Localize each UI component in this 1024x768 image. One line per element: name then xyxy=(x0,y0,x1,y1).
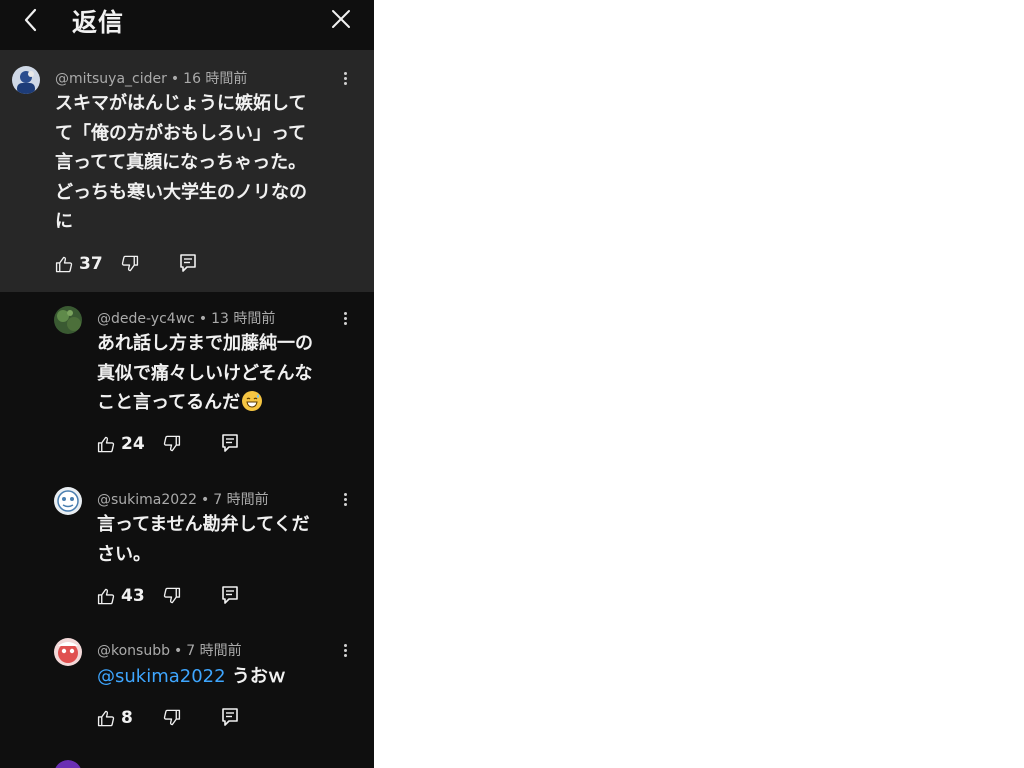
thumbs-down-icon xyxy=(163,587,181,604)
thumbs-up-icon xyxy=(55,256,73,272)
reply-button[interactable] xyxy=(221,584,241,608)
comment-text-fragment: うおｗ xyxy=(225,666,286,687)
like-button[interactable]: 37 xyxy=(55,252,103,276)
replies-panel: 返信 @mitsuya_cider • 16 時間前 スキマがはんじょうに嫉妬して xyxy=(0,0,374,768)
comment-time: 13 時間前 xyxy=(211,311,276,327)
comment-author[interactable]: @dede-yc4wc xyxy=(97,311,195,327)
comment-text-line: こと言ってるんだ xyxy=(97,388,313,418)
comment-actions: 24 xyxy=(97,432,257,456)
avatar[interactable] xyxy=(12,66,40,94)
comment-author[interactable]: @konsubb xyxy=(97,643,170,659)
reply-button[interactable] xyxy=(221,432,241,456)
comment-text: @sukima2022 うおｗ xyxy=(97,662,286,692)
more-button[interactable] xyxy=(340,310,350,330)
thumbs-up-icon xyxy=(97,588,115,604)
reply-button[interactable] xyxy=(179,252,199,276)
comment-time: 7 時間前 xyxy=(186,643,242,659)
comment-text-line: @sukima2022 うおｗ xyxy=(97,662,286,692)
comment-text-line: スキマがはんじょうに嫉妬して xyxy=(55,93,307,114)
grinning-sweat-emoji xyxy=(242,391,263,411)
like-button[interactable]: 8 xyxy=(97,706,133,730)
user-mention-link[interactable]: @sukima2022 xyxy=(97,666,226,687)
comment-text-line: 言ってて真顔になっちゃった。 xyxy=(55,152,307,173)
comment-text-line: あれ話し方まで加藤純一の xyxy=(97,333,313,354)
dislike-button[interactable] xyxy=(162,432,184,456)
comment-text-line: どっちも寒い大学生のノリなの xyxy=(55,181,307,203)
like-button[interactable]: 24 xyxy=(97,432,145,456)
reply-icon xyxy=(180,254,196,272)
comment-meta: @dede-yc4wc • 13 時間前 xyxy=(97,311,276,327)
avatar[interactable] xyxy=(54,638,82,666)
reply-button[interactable] xyxy=(221,706,241,730)
back-button[interactable] xyxy=(18,6,44,34)
avatar-image xyxy=(54,306,82,334)
more-button[interactable] xyxy=(340,491,350,511)
comment-time: 16 時間前 xyxy=(183,71,248,87)
comment-text-line: 真似で痛々しいけどそんな xyxy=(97,362,313,384)
comment-text-line: 言ってません勘弁してくだ xyxy=(97,514,310,535)
comment-actions: 43 xyxy=(97,584,257,608)
comment-author[interactable]: @mitsuya_cider xyxy=(55,71,167,87)
avatar[interactable] xyxy=(54,487,82,515)
more-vert-icon xyxy=(340,312,350,325)
comment-meta: @konsubb • 7 時間前 xyxy=(97,643,242,659)
like-count: 43 xyxy=(121,586,145,606)
like-count: 24 xyxy=(121,434,145,454)
avatar[interactable] xyxy=(54,306,82,334)
comment-text: 言ってません勘弁してくだ さい。 xyxy=(97,510,310,569)
comment-text-line: て「俺の方がおもしろい」って xyxy=(55,122,307,144)
comment-meta: @sukima2022 • 7 時間前 xyxy=(97,492,269,508)
reply-icon xyxy=(222,586,238,604)
comment-text-fragment: こと言ってるんだ xyxy=(97,392,241,413)
like-count: 37 xyxy=(79,254,103,274)
dislike-button[interactable] xyxy=(120,252,142,276)
comment-actions: 37 xyxy=(55,252,215,276)
avatar-image xyxy=(54,487,82,515)
more-button[interactable] xyxy=(340,70,350,90)
comment-text-line: さい。 xyxy=(97,543,151,565)
dislike-button[interactable] xyxy=(162,706,184,730)
comment-author[interactable]: @sukima2022 xyxy=(97,492,197,508)
close-icon xyxy=(332,10,350,28)
thumbs-up-icon xyxy=(97,436,115,452)
replies-header: 返信 xyxy=(0,0,374,50)
page-title: 返信 xyxy=(72,8,125,37)
dislike-button[interactable] xyxy=(162,584,184,608)
more-vert-icon xyxy=(340,493,350,506)
reply-icon xyxy=(222,434,238,452)
back-icon xyxy=(24,8,37,32)
thumbs-down-icon xyxy=(163,709,181,726)
comment-text-line: に xyxy=(55,211,73,232)
thumbs-down-icon xyxy=(163,435,181,452)
close-button[interactable] xyxy=(328,6,354,34)
reply-icon xyxy=(222,708,238,726)
comment-time: 7 時間前 xyxy=(213,492,269,508)
comment-actions: 8 xyxy=(97,706,257,730)
avatar[interactable] xyxy=(54,760,82,768)
more-vert-icon xyxy=(340,72,350,85)
more-vert-icon xyxy=(340,644,350,657)
avatar-image xyxy=(12,66,40,94)
like-count: 8 xyxy=(121,708,133,728)
comment-text: スキマがはんじょうに嫉妬して て「俺の方がおもしろい」って 言ってて真顔になっち… xyxy=(55,89,307,237)
avatar-image xyxy=(54,638,82,666)
comment-text: あれ話し方まで加藤純一の 真似で痛々しいけどそんな こと言ってるんだ xyxy=(97,329,313,418)
thumbs-up-icon xyxy=(97,710,115,726)
more-button[interactable] xyxy=(340,642,350,662)
like-button[interactable]: 43 xyxy=(97,584,145,608)
comment-meta: @mitsuya_cider • 16 時間前 xyxy=(55,71,248,87)
avatar-image xyxy=(55,760,81,768)
thumbs-down-icon xyxy=(121,255,139,272)
